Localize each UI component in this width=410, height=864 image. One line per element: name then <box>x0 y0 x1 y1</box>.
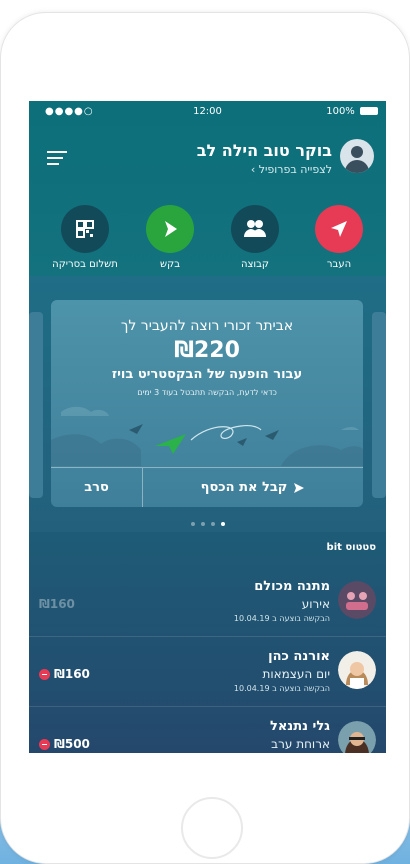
paper-plane-icon <box>315 205 363 253</box>
transaction-subtitle: אירוע <box>301 597 330 611</box>
transaction-subtitle: יום העצמאות <box>262 667 330 681</box>
transfer-button[interactable]: העבר <box>304 205 374 270</box>
transaction-amount: ₪160 <box>39 597 75 611</box>
decline-button[interactable]: סרב <box>51 468 143 507</box>
hamburger-menu-icon[interactable] <box>47 151 69 167</box>
carousel-dot-active[interactable] <box>220 522 225 526</box>
request-button[interactable]: בקש <box>135 205 205 270</box>
request-reason: עבור הופעה של הבקסטריט בויז <box>111 367 303 382</box>
scan-pay-label: תשלום בסריקה <box>52 259 118 270</box>
accept-money-button[interactable]: קבל את הכסף <box>143 468 363 507</box>
accept-arrow-icon <box>294 482 305 493</box>
battery-percent: 100% <box>326 106 355 117</box>
app-screen: ●●●●○ 12:00 100% בוקר טוב הילה לב לצפייה… <box>29 101 386 753</box>
transaction-name: גלי נתנאל <box>269 719 330 734</box>
carousel-page-indicator <box>29 522 386 526</box>
request-arrow-icon <box>146 205 194 253</box>
transaction-name: מתנה מכולם <box>254 579 330 594</box>
carousel-dot[interactable] <box>210 522 215 526</box>
status-section-title: סטטוס bit <box>326 542 376 553</box>
transfer-label: העבר <box>326 259 352 270</box>
scan-pay-button[interactable]: תשלום בסריקה <box>50 205 120 270</box>
list-item[interactable]: גלי נתנאל ארוחת ערב ₪500 <box>29 707 386 753</box>
request-title: אביתר זכורי רוצה להעביר לך <box>120 318 294 334</box>
minus-icon <box>39 668 50 680</box>
amount-value: ₪160 <box>54 667 90 681</box>
transaction-list: מתנה מכולם אירוע הבקשה בוצעה ב 10.04.19 … <box>29 567 386 753</box>
carousel-dot[interactable] <box>200 522 205 526</box>
battery-icon <box>360 107 378 115</box>
user-avatar-orna <box>338 651 376 689</box>
header: בוקר טוב הילה לב לצפייה בפרופיל › <box>29 123 386 183</box>
avatar[interactable] <box>340 139 374 173</box>
group-button[interactable]: קבוצה <box>220 205 290 270</box>
transaction-date: הבקשה בוצעה ב 10.04.19 <box>233 614 330 623</box>
list-item[interactable]: אורנה כהן יום העצמאות הבקשה בוצעה ב 10.0… <box>29 637 386 707</box>
next-card-peek[interactable] <box>372 312 386 498</box>
minus-icon <box>39 738 50 750</box>
card-buttons: קבל את הכסף סרב <box>51 467 363 507</box>
transaction-amount: ₪160 <box>39 667 90 681</box>
profile-link[interactable]: לצפייה בפרופיל › <box>251 163 332 176</box>
accept-label: קבל את הכסף <box>200 480 288 495</box>
home-button[interactable] <box>181 797 243 859</box>
group-label: קבוצה <box>240 259 270 270</box>
qr-code-icon <box>61 205 109 253</box>
money-request-card: אביתר זכורי רוצה להעביר לך ₪220 עבור הופ… <box>51 300 363 507</box>
request-label: בקש <box>160 259 180 270</box>
transaction-subtitle: ארוחת ערב <box>271 737 330 751</box>
status-bar: ●●●●○ 12:00 100% <box>29 101 386 123</box>
battery-indicator: 100% <box>326 106 378 117</box>
group-gift-avatar <box>338 581 376 619</box>
paper-plane-illustration <box>51 406 363 466</box>
transaction-name: אורנה כהן <box>268 649 330 664</box>
user-avatar-gali <box>338 721 376 753</box>
decline-label: סרב <box>84 480 109 495</box>
request-amount: ₪220 <box>174 338 240 363</box>
list-item[interactable]: מתנה מכולם אירוע הבקשה בוצעה ב 10.04.19 … <box>29 567 386 637</box>
amount-value: ₪500 <box>54 737 90 751</box>
prev-card-peek[interactable] <box>29 312 43 498</box>
transaction-amount: ₪500 <box>39 737 90 751</box>
group-icon <box>231 205 279 253</box>
transaction-date: הבקשה בוצעה ב 10.04.19 <box>233 684 330 693</box>
request-note: כדאי לדעת, הבקשה תתבטל בעוד 3 ימים <box>137 388 277 397</box>
amount-value: ₪160 <box>39 597 75 611</box>
greeting-title: בוקר טוב הילה לב <box>196 141 332 160</box>
carousel-dot[interactable] <box>190 522 195 526</box>
request-carousel[interactable]: אביתר זכורי רוצה להעביר לך ₪220 עבור הופ… <box>29 276 386 532</box>
